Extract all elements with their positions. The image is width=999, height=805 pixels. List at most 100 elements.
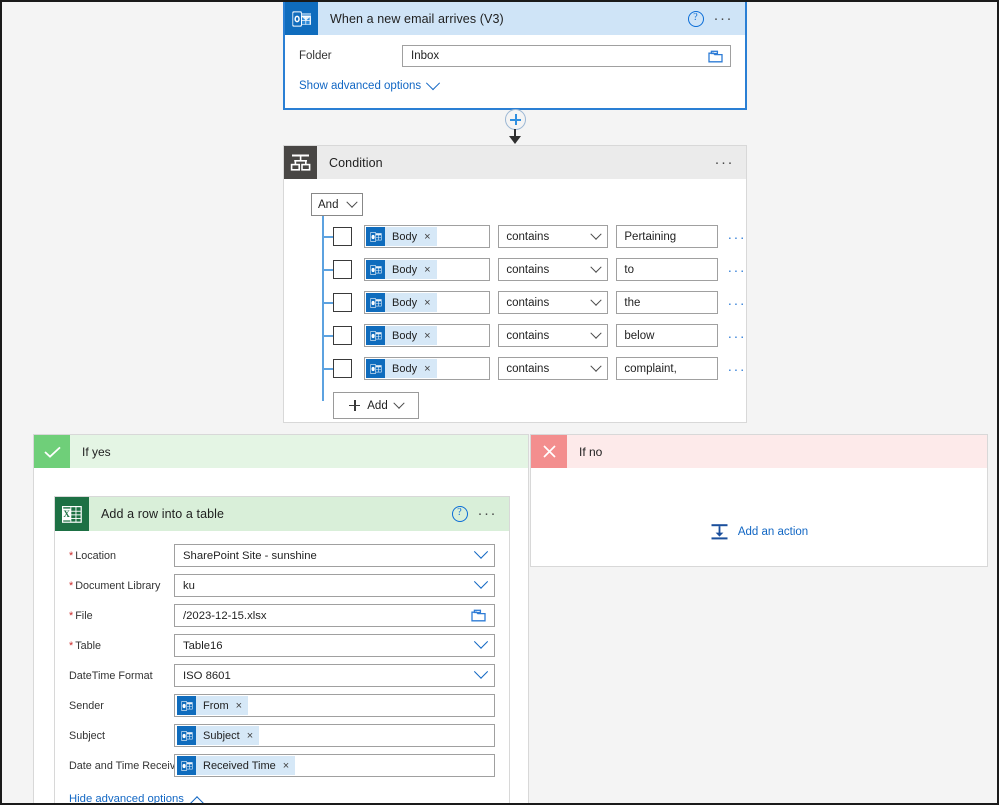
help-icon[interactable]: ? [687, 10, 704, 27]
trigger-more-menu-icon[interactable]: ··· [714, 11, 734, 26]
plus-circle-icon[interactable] [505, 109, 526, 130]
chevron-down-icon [473, 634, 489, 649]
token-remove-icon[interactable]: × [283, 760, 289, 772]
close-icon [531, 435, 567, 468]
table-select[interactable]: Table16 [174, 634, 495, 657]
row-checkbox[interactable] [333, 227, 352, 246]
field-label-file: * File [69, 609, 93, 622]
action-card-add-row-into-table[interactable]: X Add a row into a table ? ··· * Location… [54, 496, 510, 803]
row-operator-select[interactable]: contains [498, 324, 609, 347]
row-operator-value: contains [506, 329, 550, 342]
row-more-menu-icon[interactable]: ··· [728, 329, 747, 343]
hide-advanced-options-link[interactable]: Hide advanced options [69, 793, 205, 803]
condition-card-header[interactable]: Condition ··· [284, 146, 746, 179]
flow-designer-screen: When a new email arrives (V3) ? ··· Fold… [0, 0, 999, 805]
condition-card[interactable]: Condition ··· And Body × contains Pertai… [283, 145, 747, 423]
row-operator-value: contains [506, 362, 550, 375]
document-library-value: ku [183, 579, 195, 592]
row-checkbox[interactable] [333, 260, 352, 279]
row-checkbox[interactable] [333, 326, 352, 345]
token-remove-icon[interactable]: × [424, 264, 430, 276]
dynamic-token: From × [177, 696, 249, 715]
token-remove-icon[interactable]: × [424, 330, 430, 342]
outlook-token-icon [366, 227, 385, 246]
field-label-sender: Sender [69, 699, 104, 712]
trigger-card-when-new-email-arrives[interactable]: When a new email arrives (V3) ? ··· Fold… [283, 2, 747, 110]
chevron-down-icon [473, 574, 489, 589]
field-label-subject: Subject [69, 729, 106, 742]
document-library-select[interactable]: ku [174, 574, 495, 597]
datetime-format-value: ISO 8601 [183, 669, 231, 682]
add-condition-button[interactable]: Add [333, 392, 419, 419]
row-value-input[interactable]: to [616, 258, 718, 281]
help-icon[interactable]: ? [451, 506, 468, 522]
flow-canvas: When a new email arrives (V3) ? ··· Fold… [2, 2, 997, 803]
condition-more-menu-icon[interactable]: ··· [715, 155, 735, 170]
show-advanced-options-label: Show advanced options [299, 80, 422, 92]
sender-token-input[interactable]: From × [174, 694, 495, 717]
folder-input[interactable]: Inbox [402, 45, 731, 67]
row-field-token-input[interactable]: Body × [364, 291, 491, 314]
outlook-token-icon [177, 696, 196, 715]
add-action-icon [710, 523, 729, 541]
if-yes-branch-card: If yes X Add a row into a table ? ··· * … [33, 434, 529, 803]
branch-line [322, 236, 333, 238]
file-input[interactable]: /2023-12-15.xlsx [174, 604, 495, 627]
location-select[interactable]: SharePoint Site - sunshine [174, 544, 495, 567]
row-checkbox[interactable] [333, 359, 352, 378]
datetime-format-select[interactable]: ISO 8601 [174, 664, 495, 687]
row-field-token-input[interactable]: Body × [364, 225, 491, 248]
dynamic-token: Body × [366, 260, 437, 279]
svg-text:X: X [63, 509, 70, 519]
trigger-card-header[interactable]: When a new email arrives (V3) ? ··· [285, 2, 745, 35]
row-value-input[interactable]: complaint, [616, 357, 718, 380]
condition-rows: Body × contains Pertaining ··· Body × co… [311, 225, 746, 419]
token-remove-icon[interactable]: × [236, 700, 242, 712]
row-value-input[interactable]: the [616, 291, 718, 314]
outlook-token-icon [177, 756, 196, 775]
branch-line [322, 269, 333, 271]
excel-more-menu-icon[interactable]: ··· [478, 506, 498, 521]
condition-body: And Body × contains Pertaining ··· Body … [284, 179, 746, 419]
row-operator-select[interactable]: contains [498, 258, 609, 281]
token-remove-icon[interactable]: × [424, 297, 430, 309]
row-value-input[interactable]: Pertaining [616, 225, 718, 248]
field-row-file: * File /2023-12-15.xlsx [69, 604, 495, 627]
folder-picker-icon[interactable] [708, 50, 723, 63]
row-more-menu-icon[interactable]: ··· [728, 263, 747, 277]
field-row-sender: Sender From × [69, 694, 495, 717]
logic-operator-select[interactable]: And [311, 193, 363, 216]
row-more-menu-icon[interactable]: ··· [728, 362, 747, 376]
folder-field-row: Folder Inbox [299, 45, 731, 67]
dynamic-token: Body × [366, 227, 437, 246]
excel-card-header[interactable]: X Add a row into a table ? ··· [55, 497, 509, 531]
row-field-token-input[interactable]: Body × [364, 258, 491, 281]
row-operator-select[interactable]: contains [498, 225, 609, 248]
add-condition-label: Add [367, 399, 388, 412]
row-field-token-input[interactable]: Body × [364, 324, 491, 347]
row-value-input[interactable]: below [616, 324, 718, 347]
row-more-menu-icon[interactable]: ··· [728, 296, 747, 310]
if-no-branch-card: If no Add an action [530, 434, 988, 567]
token-remove-icon[interactable]: × [247, 730, 253, 742]
row-field-token-input[interactable]: Body × [364, 357, 491, 380]
add-an-action-label: Add an action [737, 526, 809, 538]
token-remove-icon[interactable]: × [424, 363, 430, 375]
subject-token-input[interactable]: Subject × [174, 724, 495, 747]
field-row-date-time-received: Date and Time Received Received Time × [69, 754, 495, 777]
row-operator-select[interactable]: contains [498, 357, 609, 380]
row-more-menu-icon[interactable]: ··· [728, 230, 747, 244]
outlook-icon [285, 2, 318, 35]
field-label-date-time-received: Date and Time Received [69, 759, 188, 772]
excel-icon: X [55, 497, 89, 531]
row-operator-select[interactable]: contains [498, 291, 609, 314]
chevron-down-icon [346, 196, 358, 208]
show-advanced-options-link[interactable]: Show advanced options [299, 76, 441, 92]
token-remove-icon[interactable]: × [424, 231, 430, 243]
date-time-received-token-input[interactable]: Received Time × [174, 754, 495, 777]
row-value: to [624, 263, 634, 276]
folder-picker-icon[interactable] [471, 609, 486, 622]
condition-icon [284, 146, 317, 179]
add-an-action-button[interactable]: Add an action [531, 523, 987, 541]
row-checkbox[interactable] [333, 293, 352, 312]
